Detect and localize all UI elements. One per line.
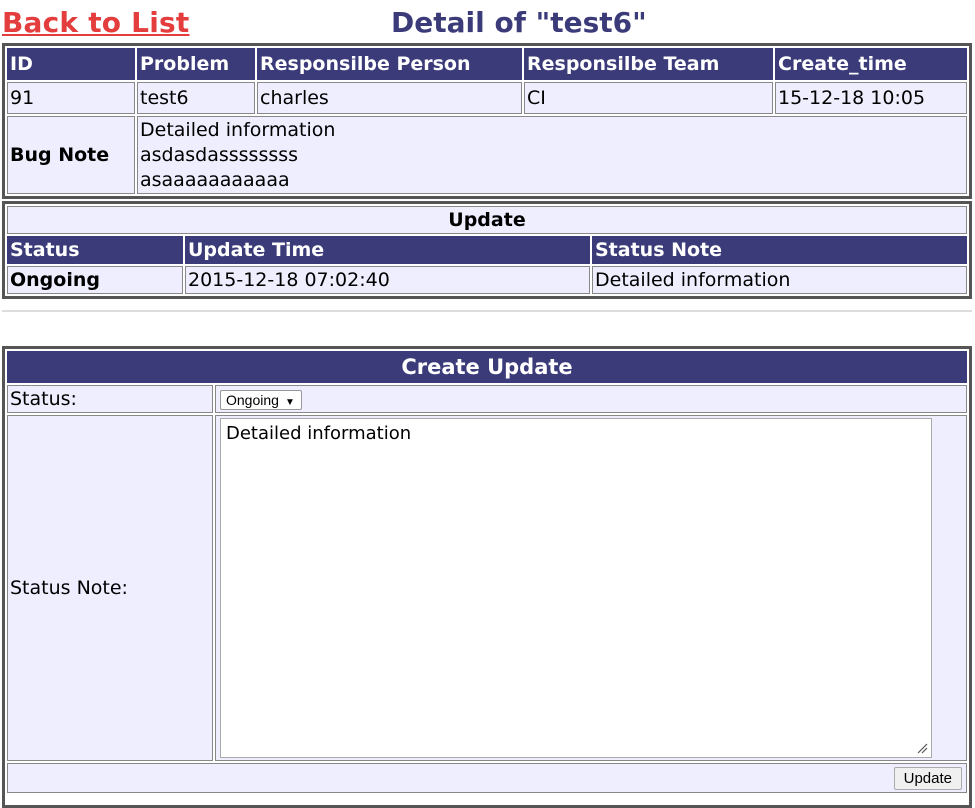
submit-row: Update (7, 763, 967, 793)
status-note-cell: Detailed information (215, 415, 967, 761)
col-update-time: Update Time (185, 236, 590, 264)
page-title: Detail of "test6" (391, 6, 647, 39)
status-select[interactable]: Ongoing ▼ (220, 389, 302, 410)
update-table-title: Update (7, 206, 967, 234)
update-history-table: Update Status Update Time Status Note On… (2, 201, 972, 299)
status-note-textarea[interactable]: Detailed information (220, 418, 932, 758)
detail-table: ID Problem Responsilbe Person Responsilb… (2, 43, 972, 199)
cell-status: Ongoing (7, 266, 183, 294)
cell-status-note: Detailed information (592, 266, 967, 294)
status-select-cell: Ongoing ▼ (215, 385, 967, 413)
col-id: ID (7, 48, 135, 80)
cell-responsible-team: CI (524, 82, 773, 114)
col-responsible-person: Responsilbe Person (257, 48, 522, 80)
section-divider (2, 310, 972, 312)
bug-note-label: Bug Note (7, 116, 135, 194)
cell-responsible-person: charles (257, 82, 522, 114)
update-submit-button[interactable]: Update (893, 766, 962, 790)
col-status: Status (7, 236, 183, 264)
page-header: Back to List Detail of "test6" (0, 0, 975, 44)
col-responsible-team: Responsilbe Team (524, 48, 773, 80)
status-note-label: Status Note: (7, 415, 213, 761)
status-note-text: Detailed information (226, 423, 412, 444)
chevron-down-icon: ▼ (284, 396, 295, 408)
status-label: Status: (7, 385, 213, 413)
cell-create-time: 15-12-18 10:05 (775, 82, 967, 114)
col-create-time: Create_time (775, 48, 967, 80)
bug-note-line: asdasdassssssss (140, 143, 299, 166)
bug-note-line: Detailed information (140, 118, 336, 141)
cell-id: 91 (7, 82, 135, 114)
status-select-value: Ongoing (226, 391, 279, 408)
create-update-form: Create Update Status: Ongoing ▼ Status No… (2, 346, 972, 808)
col-problem: Problem (137, 48, 255, 80)
cell-update-time: 2015-12-18 07:02:40 (185, 266, 590, 294)
col-status-note: Status Note (592, 236, 967, 264)
back-to-list-link[interactable]: Back to List (2, 6, 189, 39)
create-update-title: Create Update (7, 351, 967, 383)
bug-note-line: asaaaaaaaaaaa (140, 168, 290, 191)
bug-note-content: Detailed information asdasdassssssss asa… (137, 116, 967, 194)
resize-handle-icon[interactable] (916, 742, 928, 754)
cell-problem: test6 (137, 82, 255, 114)
